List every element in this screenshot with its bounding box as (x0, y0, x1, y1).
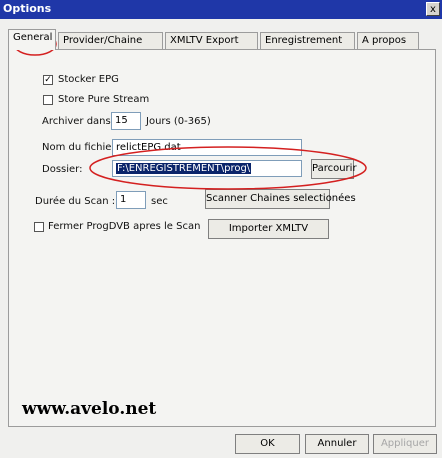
close-icon: x (430, 4, 436, 15)
tab-enregistrement[interactable]: Enregistrement (260, 32, 355, 49)
tab-provider-chaine[interactable]: Provider/Chaine (58, 32, 163, 49)
archiver-days-input[interactable]: 15 (111, 112, 141, 130)
tab-general[interactable]: General (8, 29, 56, 50)
dossier-input[interactable]: F:\ENREGISTREMENT\prog\ (112, 160, 302, 177)
store-pure-stream-checkbox[interactable] (43, 95, 53, 105)
appliquer-button[interactable]: Appliquer (373, 434, 437, 454)
nom-fichier-input[interactable]: relictEPG.dat (112, 139, 302, 156)
ok-button[interactable]: OK (235, 434, 300, 454)
checkmark-icon: ✓ (44, 75, 52, 85)
stocker-epg-label: Stocker EPG (58, 74, 119, 85)
tab-a-propos[interactable]: A propos (357, 32, 419, 49)
title-bar: Options x (0, 0, 442, 19)
archiver-unit: Jours (0-365) (146, 116, 211, 127)
duree-scan-unit: sec (151, 196, 168, 207)
nom-fichier-label: Nom du fichier: (42, 142, 119, 153)
store-pure-stream-label: Store Pure Stream (58, 94, 150, 105)
duree-scan-input[interactable]: 1 (116, 191, 146, 209)
dossier-selected-text: F:\ENREGISTREMENT\prog\ (116, 163, 252, 174)
archiver-label: Archiver dans: (42, 116, 115, 127)
fermer-progdvb-label: Fermer ProgDVB apres le Scan (48, 221, 201, 232)
dialog-body: General Provider/Chaine XMLTV Export Enr… (0, 19, 442, 458)
close-button[interactable]: x (426, 2, 440, 16)
fermer-progdvb-checkbox[interactable] (34, 222, 44, 232)
annuler-button[interactable]: Annuler (305, 434, 369, 454)
watermark-text: www.avelo.net (22, 399, 157, 419)
stocker-epg-checkbox[interactable]: ✓ (43, 75, 53, 85)
dossier-label: Dossier: (42, 164, 83, 175)
parcourir-button[interactable]: Parcourir (311, 159, 357, 179)
duree-scan-label: Durée du Scan : (35, 196, 116, 207)
scanner-chaines-button[interactable]: Scanner Chaines selectionées (205, 189, 356, 209)
importer-xmltv-button[interactable]: Importer XMLTV (208, 219, 329, 239)
tab-xmltv-export[interactable]: XMLTV Export (165, 32, 258, 49)
window-title: Options (3, 2, 52, 15)
